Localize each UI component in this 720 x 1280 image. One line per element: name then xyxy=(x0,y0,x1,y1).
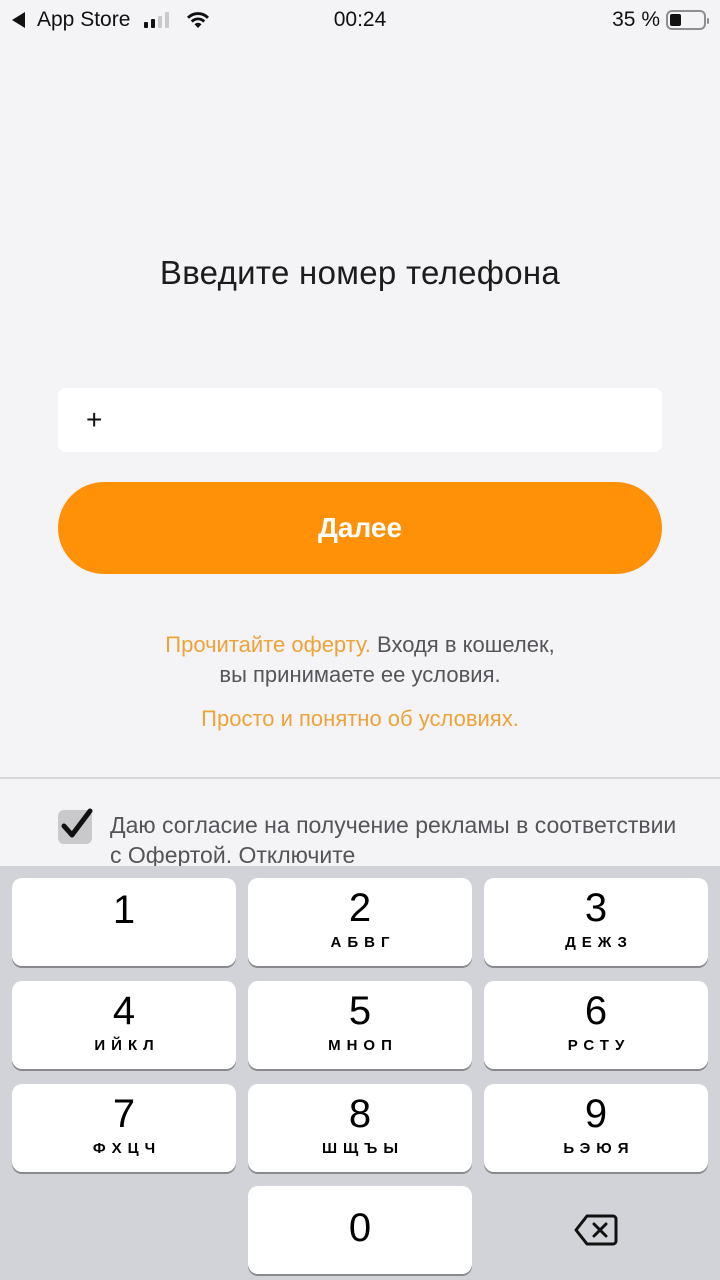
key-9[interactable]: 9 ЬЭЮЯ xyxy=(484,1084,708,1172)
key-7[interactable]: 7 ФХЦЧ xyxy=(12,1084,236,1172)
key-letters: МНОП xyxy=(328,1037,398,1054)
backspace-button[interactable] xyxy=(484,1186,708,1274)
page-title: Введите номер телефона xyxy=(159,254,561,291)
back-app-label: App Store xyxy=(37,8,131,31)
key-0[interactable]: 0 xyxy=(248,1186,472,1274)
offer-notice: Прочитайте оферту. Входя в кошелек, вы п… xyxy=(0,630,720,690)
offer-text-line2: вы принимаете ее условия. xyxy=(219,662,501,687)
status-bar: App Store 00:24 35 % xyxy=(0,0,720,40)
key-digit: 8 xyxy=(348,1092,372,1136)
checkmark-icon xyxy=(61,808,93,838)
key-digit: 9 xyxy=(584,1092,608,1136)
key-1[interactable]: 1 xyxy=(12,878,236,966)
back-to-app[interactable]: App Store xyxy=(12,8,211,32)
divider xyxy=(0,777,720,779)
key-letters: ШЩЪЫ xyxy=(321,1140,405,1157)
key-digit: 5 xyxy=(348,989,372,1033)
key-3[interactable]: 3 ДЕЖЗ xyxy=(484,878,708,966)
backspace-icon xyxy=(574,1214,618,1246)
offer-text-line1: Входя в кошелек, xyxy=(370,632,555,657)
key-4[interactable]: 4 ИЙКЛ xyxy=(12,981,236,1069)
key-8[interactable]: 8 ШЩЪЫ xyxy=(248,1084,472,1172)
simple-terms-label[interactable]: Просто и понятно об условиях. xyxy=(201,706,519,731)
numeric-keypad: 1 2 АБВГ 3 ДЕЖЗ 4 ИЙКЛ 5 МНОП 6 РСТУ 7 Ф… xyxy=(0,866,720,1280)
key-digit: 4 xyxy=(112,989,136,1033)
key-digit: 2 xyxy=(348,886,372,930)
key-2[interactable]: 2 АБВГ xyxy=(248,878,472,966)
back-arrow-icon xyxy=(12,12,25,28)
key-letters: РСТУ xyxy=(567,1037,631,1054)
phone-number-input[interactable]: + xyxy=(58,388,662,452)
ad-consent-checkbox[interactable] xyxy=(58,808,93,844)
ad-consent: Даю согласие на получение рекламы в соот… xyxy=(58,808,678,870)
key-letters: ДЕЖЗ xyxy=(565,934,633,951)
phone-input-value: + xyxy=(86,404,103,435)
key-6[interactable]: 6 РСТУ xyxy=(484,981,708,1069)
simple-terms-link[interactable]: Просто и понятно об условиях. xyxy=(0,706,720,732)
next-button[interactable]: Далее xyxy=(58,482,662,574)
key-digit: 7 xyxy=(112,1092,136,1136)
wifi-icon xyxy=(187,12,210,28)
key-letters: ЬЭЮЯ xyxy=(563,1140,635,1157)
cellular-signal-icon xyxy=(144,12,170,28)
key-letters: АБВГ xyxy=(330,934,396,951)
key-digit: 0 xyxy=(348,1206,372,1250)
key-digit: 6 xyxy=(584,989,608,1033)
key-letters: ИЙКЛ xyxy=(94,1037,160,1054)
key-letters: ФХЦЧ xyxy=(92,1140,162,1157)
key-digit: 1 xyxy=(112,888,136,932)
ad-consent-text: Даю согласие на получение рекламы в соот… xyxy=(110,812,677,868)
battery-percent: 35 % xyxy=(612,8,660,31)
battery-level-fill xyxy=(670,14,682,26)
key-digit: 3 xyxy=(584,886,608,930)
key-5[interactable]: 5 МНОП xyxy=(248,981,472,1069)
read-offer-link[interactable]: Прочитайте оферту. xyxy=(165,632,371,657)
battery-icon xyxy=(666,10,709,30)
